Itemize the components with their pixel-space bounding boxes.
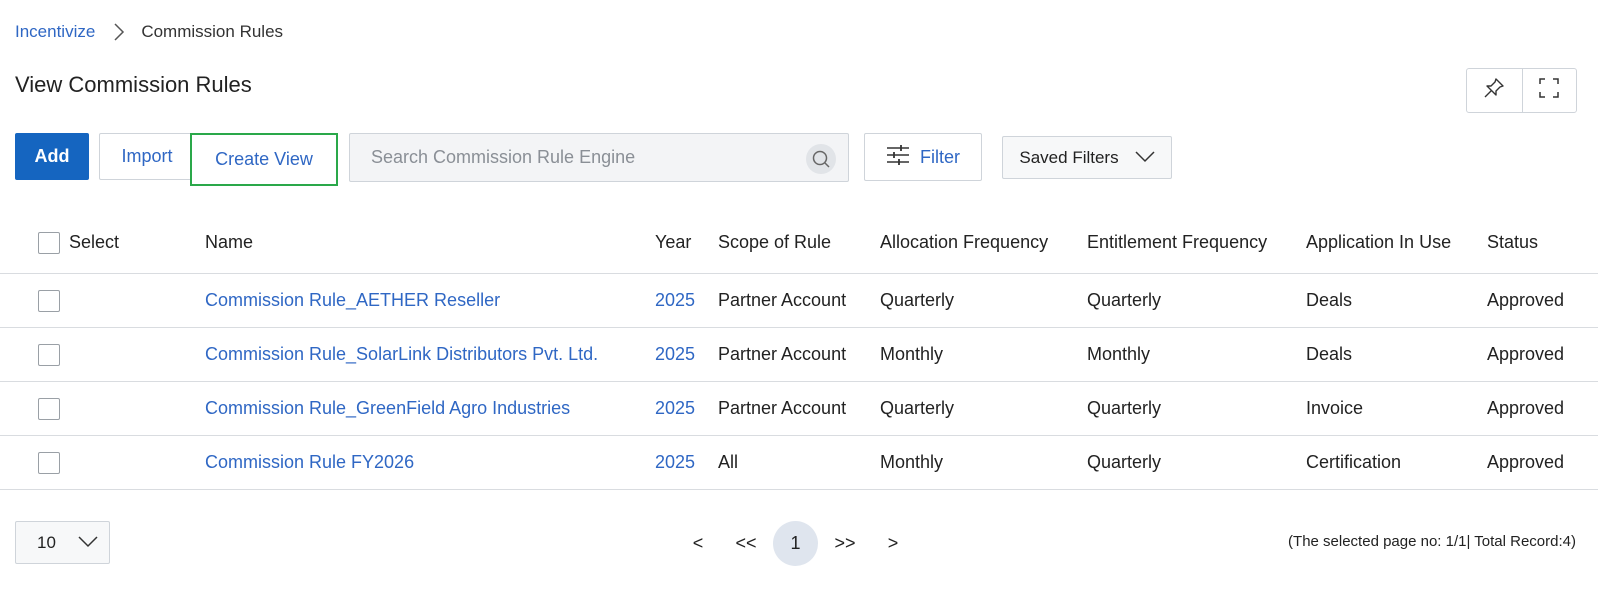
rule-name-link[interactable]: Commission Rule_SolarLink Distributors P…	[205, 328, 598, 381]
header-name[interactable]: Name	[205, 212, 253, 273]
rule-status: Approved	[1487, 344, 1565, 364]
row-select-cell	[38, 436, 60, 489]
header-application-in-use[interactable]: Application In Use	[1306, 212, 1451, 273]
rule-name-link[interactable]: Commission Rule_GreenField Agro Industri…	[205, 382, 570, 435]
rule-application: Deals	[1306, 344, 1353, 364]
row-checkbox[interactable]	[38, 343, 60, 366]
rule-allocation: Monthly	[880, 452, 944, 472]
page-title: View Commission Rules	[15, 72, 252, 97]
search-input[interactable]	[350, 134, 790, 181]
search-box	[349, 133, 849, 182]
pin-icon	[1483, 77, 1505, 104]
create-view-button[interactable]: Create View	[190, 133, 338, 186]
rule-name-link[interactable]: Commission Rule FY2026	[205, 436, 414, 489]
table-row: Commission Rule FY2026 2025 All Monthly …	[0, 436, 1598, 490]
table-header-row: Select Name Year Scope of Rule Allocatio…	[0, 212, 1598, 274]
select-all-checkbox[interactable]	[38, 231, 60, 254]
rule-year-link[interactable]: 2025	[655, 436, 695, 489]
rule-year-link[interactable]: 2025	[655, 328, 695, 381]
row-select-cell	[38, 274, 60, 327]
table-row: Commission Rule_AETHER Reseller 2025 Par…	[0, 274, 1598, 328]
header-scope[interactable]: Scope of Rule	[718, 212, 831, 273]
rule-allocation: Quarterly	[880, 398, 955, 418]
add-button[interactable]: Add	[15, 133, 89, 180]
header-status[interactable]: Status	[1487, 212, 1538, 273]
rule-entitlement: Quarterly	[1087, 290, 1162, 310]
sliders-icon	[886, 144, 910, 171]
header-select: Select	[69, 232, 120, 252]
next-page-button[interactable]: >	[881, 521, 905, 566]
header-allocation-frequency[interactable]: Allocation Frequency	[880, 212, 1048, 273]
rule-scope: Partner Account	[718, 398, 847, 418]
header-year[interactable]: Year	[655, 212, 691, 273]
fullscreen-icon	[1538, 77, 1560, 104]
first-page-button[interactable]: <<	[730, 521, 762, 566]
rule-status: Approved	[1487, 398, 1565, 418]
table-row: Commission Rule_GreenField Agro Industri…	[0, 382, 1598, 436]
rule-application: Certification	[1306, 452, 1402, 472]
chevron-right-icon	[113, 23, 125, 41]
rule-status: Approved	[1487, 452, 1565, 472]
rule-allocation: Monthly	[880, 344, 944, 364]
row-checkbox[interactable]	[38, 289, 60, 312]
breadcrumb-current: Commission Rules	[141, 22, 284, 41]
rule-name-link[interactable]: Commission Rule_AETHER Reseller	[205, 274, 500, 327]
saved-filters-dropdown[interactable]: Saved Filters	[1002, 136, 1172, 179]
row-checkbox[interactable]	[38, 397, 60, 420]
current-page-button[interactable]: 1	[773, 521, 818, 566]
filter-button[interactable]: Filter	[864, 133, 982, 181]
rule-allocation: Quarterly	[880, 290, 955, 310]
rule-scope: Partner Account	[718, 344, 847, 364]
pin-button[interactable]	[1467, 69, 1522, 112]
saved-filters-label: Saved Filters	[1019, 147, 1119, 167]
rule-year-link[interactable]: 2025	[655, 274, 695, 327]
rule-application: Invoice	[1306, 398, 1364, 418]
rule-scope: Partner Account	[718, 290, 847, 310]
prev-page-button[interactable]: <	[686, 521, 710, 566]
rule-application: Deals	[1306, 290, 1353, 310]
header-entitlement-frequency[interactable]: Entitlement Frequency	[1087, 212, 1267, 273]
select-all-cell	[38, 212, 60, 273]
last-page-button[interactable]: >>	[829, 521, 861, 566]
chevron-down-icon	[1135, 148, 1155, 168]
filter-label: Filter	[920, 146, 960, 167]
rule-entitlement: Monthly	[1087, 344, 1151, 364]
rule-entitlement: Quarterly	[1087, 452, 1162, 472]
rule-year-link[interactable]: 2025	[655, 382, 695, 435]
table-row: Commission Rule_SolarLink Distributors P…	[0, 328, 1598, 382]
import-button[interactable]: Import	[99, 133, 195, 180]
fullscreen-button[interactable]	[1521, 69, 1577, 112]
row-select-cell	[38, 382, 60, 435]
breadcrumb-incentivize-link[interactable]: Incentivize	[15, 22, 95, 42]
search-icon[interactable]	[806, 144, 836, 174]
rule-scope: All	[718, 452, 739, 472]
view-tools	[1466, 68, 1577, 113]
row-select-cell	[38, 328, 60, 381]
rule-entitlement: Quarterly	[1087, 398, 1162, 418]
rule-status: Approved	[1487, 290, 1565, 310]
row-checkbox[interactable]	[38, 451, 60, 474]
commission-rules-table: Select Name Year Scope of Rule Allocatio…	[0, 212, 1598, 490]
breadcrumb: Incentivize Commission Rules	[15, 22, 283, 42]
record-summary: (The selected page no: 1/1| Total Record…	[1288, 533, 1576, 550]
